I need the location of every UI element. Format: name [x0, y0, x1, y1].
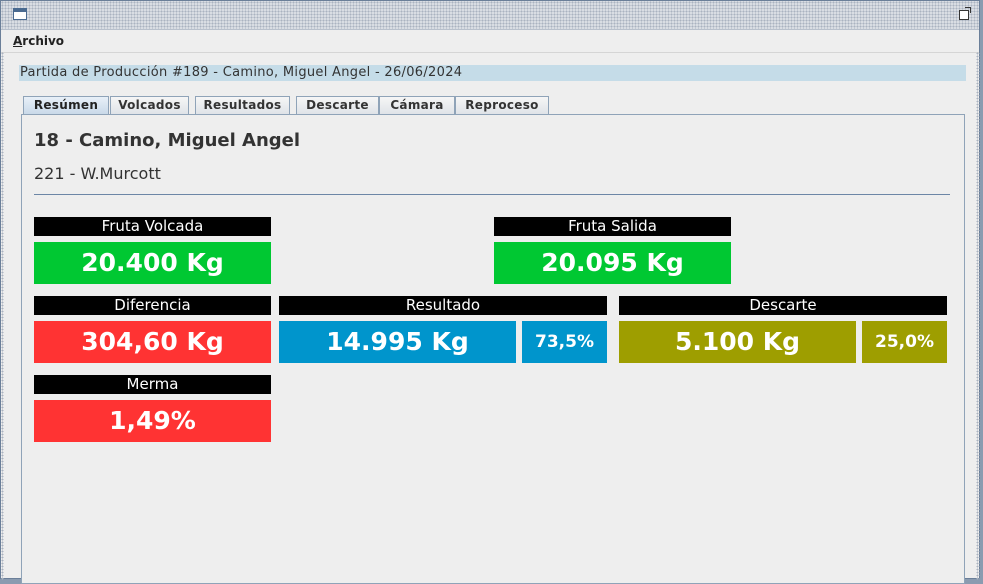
separator-line: [34, 194, 950, 195]
right-border: [976, 52, 980, 580]
resultado-value: 14.995 Kg: [279, 321, 516, 363]
app-window: Archivo Partida de Producción #189 - Cam…: [0, 0, 980, 584]
variety-name: 221 - W.Murcott: [34, 164, 161, 183]
tab-camara[interactable]: Cámara: [379, 96, 455, 114]
tab-resumen[interactable]: Resúmen: [23, 96, 109, 114]
descarte-percent: 25,0%: [862, 321, 947, 363]
merma-label: Merma: [34, 375, 271, 394]
resultado-percent: 73,5%: [522, 321, 607, 363]
title-bar[interactable]: [1, 1, 979, 30]
diferencia-label: Diferencia: [34, 296, 271, 315]
production-title: Partida de Producción #189 - Camino, Mig…: [20, 65, 463, 80]
descarte-label: Descarte: [619, 296, 947, 315]
left-border: [1, 52, 4, 580]
window-icon: [13, 8, 27, 20]
resultado-label: Resultado: [279, 296, 607, 315]
tab-volcados[interactable]: Volcados: [110, 96, 189, 114]
client-name: 18 - Camino, Miguel Angel: [34, 130, 301, 151]
fruta-volcada-value: 20.400 Kg: [34, 242, 271, 284]
fruta-salida-value: 20.095 Kg: [494, 242, 731, 284]
merma-value: 1,49%: [34, 400, 271, 442]
diferencia-value: 304,60 Kg: [34, 321, 271, 363]
fruta-salida-label: Fruta Salida: [494, 217, 731, 236]
fruta-volcada-label: Fruta Volcada: [34, 217, 271, 236]
tab-reproceso[interactable]: Reproceso: [455, 96, 549, 114]
maximize-icon[interactable]: [959, 7, 971, 20]
menu-archivo[interactable]: Archivo: [13, 34, 64, 48]
production-header: Partida de Producción #189 - Camino, Mig…: [19, 65, 966, 81]
tab-descarte[interactable]: Descarte: [296, 96, 379, 114]
descarte-value: 5.100 Kg: [619, 321, 856, 363]
tab-resultados[interactable]: Resultados: [195, 96, 290, 114]
menu-bar: Archivo: [1, 30, 979, 53]
